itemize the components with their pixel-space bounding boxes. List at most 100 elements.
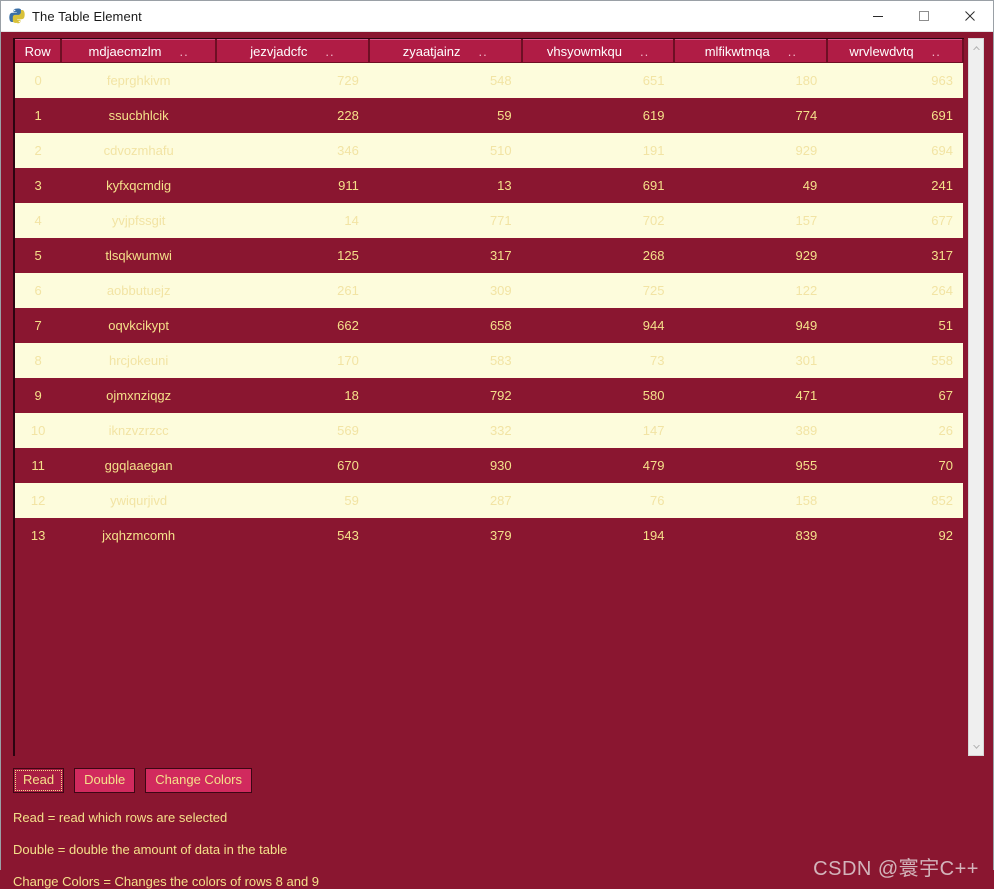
cell-value-5[interactable]: 70 bbox=[827, 448, 963, 483]
table-row[interactable]: 10 iknzvzrzcc 569 332 147 389 26 bbox=[15, 413, 963, 448]
cell-value-4[interactable]: 122 bbox=[674, 273, 828, 308]
table-row[interactable]: 6 aobbutuejz 261 309 725 122 264 bbox=[15, 273, 963, 308]
cell-name[interactable]: ywiqurjivd bbox=[61, 483, 217, 518]
table-row[interactable]: 13 jxqhzmcomh 543 379 194 839 92 bbox=[15, 518, 963, 553]
cell-name[interactable]: feprghkivm bbox=[61, 62, 217, 98]
maximize-icon[interactable] bbox=[901, 1, 947, 31]
table-row[interactable]: 0 feprghkivm 729 548 651 180 963 bbox=[15, 62, 963, 98]
cell-row-index[interactable]: 10 bbox=[15, 413, 62, 448]
column-header-2[interactable]: jezvjadcfc.. bbox=[216, 39, 370, 63]
cell-value-1[interactable]: 729 bbox=[216, 62, 369, 98]
cell-value-3[interactable]: 479 bbox=[521, 448, 675, 483]
table-row[interactable]: 1 ssucbhlcik 228 59 619 774 691 bbox=[15, 98, 963, 133]
cell-value-5[interactable]: 264 bbox=[827, 273, 963, 308]
cell-value-2[interactable]: 548 bbox=[368, 62, 522, 98]
cell-value-2[interactable]: 332 bbox=[368, 413, 522, 448]
cell-value-2[interactable]: 792 bbox=[368, 378, 522, 413]
cell-value-3[interactable]: 191 bbox=[521, 133, 675, 168]
cell-value-2[interactable]: 379 bbox=[368, 518, 522, 553]
cell-value-2[interactable]: 930 bbox=[368, 448, 522, 483]
cell-value-2[interactable]: 309 bbox=[368, 273, 522, 308]
table-row[interactable]: 11 ggqlaaegan 670 930 479 955 70 bbox=[15, 448, 963, 483]
column-header-3[interactable]: zyaatjainz.. bbox=[368, 39, 523, 63]
column-resize-dots-icon[interactable]: .. bbox=[325, 45, 334, 58]
cell-row-index[interactable]: 6 bbox=[15, 273, 62, 308]
cell-value-3[interactable]: 194 bbox=[521, 518, 675, 553]
cell-value-1[interactable]: 170 bbox=[216, 343, 369, 378]
cell-row-index[interactable]: 7 bbox=[15, 308, 62, 343]
cell-value-3[interactable]: 76 bbox=[521, 483, 675, 518]
cell-value-3[interactable]: 73 bbox=[521, 343, 675, 378]
cell-value-4[interactable]: 839 bbox=[674, 518, 828, 553]
cell-value-3[interactable]: 619 bbox=[521, 98, 675, 133]
cell-row-index[interactable]: 13 bbox=[15, 518, 62, 553]
cell-name[interactable]: jxqhzmcomh bbox=[61, 518, 217, 553]
cell-value-2[interactable]: 13 bbox=[368, 168, 522, 203]
cell-value-1[interactable]: 911 bbox=[216, 168, 369, 203]
cell-name[interactable]: kyfxqcmdig bbox=[61, 168, 217, 203]
cell-value-4[interactable]: 158 bbox=[674, 483, 828, 518]
cell-value-5[interactable]: 558 bbox=[827, 343, 963, 378]
cell-name[interactable]: iknzvzrzcc bbox=[61, 413, 217, 448]
column-resize-dots-icon[interactable]: .. bbox=[180, 45, 189, 58]
cell-value-4[interactable]: 949 bbox=[674, 308, 828, 343]
cell-value-3[interactable]: 651 bbox=[521, 62, 675, 98]
cell-value-1[interactable]: 228 bbox=[216, 98, 369, 133]
cell-value-4[interactable]: 49 bbox=[674, 168, 828, 203]
cell-name[interactable]: cdvozmhafu bbox=[61, 133, 217, 168]
cell-value-3[interactable]: 580 bbox=[521, 378, 675, 413]
cell-name[interactable]: yvjpfssgit bbox=[61, 203, 217, 238]
cell-name[interactable]: tlsqkwumwi bbox=[61, 238, 217, 273]
column-header-5[interactable]: mlfikwtmqa.. bbox=[674, 39, 829, 63]
cell-value-4[interactable]: 929 bbox=[674, 133, 828, 168]
cell-name[interactable]: ssucbhlcik bbox=[61, 98, 217, 133]
cell-value-2[interactable]: 771 bbox=[368, 203, 522, 238]
column-header-row[interactable]: Row bbox=[15, 39, 63, 63]
table-row[interactable]: 3 kyfxqcmdig 911 13 691 49 241 bbox=[15, 168, 963, 203]
cell-value-1[interactable]: 59 bbox=[216, 483, 369, 518]
cell-value-5[interactable]: 691 bbox=[827, 98, 963, 133]
cell-value-5[interactable]: 317 bbox=[827, 238, 963, 273]
cell-value-2[interactable]: 583 bbox=[368, 343, 522, 378]
chevron-down-icon[interactable] bbox=[969, 739, 983, 753]
cell-value-2[interactable]: 287 bbox=[368, 483, 522, 518]
table-row[interactable]: 8 hrcjokeuni 170 583 73 301 558 bbox=[15, 343, 963, 378]
cell-row-index[interactable]: 5 bbox=[15, 238, 62, 273]
cell-value-1[interactable]: 543 bbox=[216, 518, 369, 553]
cell-row-index[interactable]: 0 bbox=[15, 62, 62, 98]
cell-value-1[interactable]: 346 bbox=[216, 133, 369, 168]
cell-value-5[interactable]: 963 bbox=[827, 62, 963, 98]
cell-name[interactable]: ggqlaaegan bbox=[61, 448, 217, 483]
cell-value-1[interactable]: 670 bbox=[216, 448, 369, 483]
cell-value-1[interactable]: 569 bbox=[216, 413, 369, 448]
close-icon[interactable] bbox=[947, 1, 993, 31]
cell-value-5[interactable]: 51 bbox=[827, 308, 963, 343]
cell-value-1[interactable]: 261 bbox=[216, 273, 369, 308]
table-row[interactable]: 12 ywiqurjivd 59 287 76 158 852 bbox=[15, 483, 963, 518]
double-button[interactable]: Double bbox=[74, 768, 136, 793]
cell-name[interactable]: aobbutuejz bbox=[61, 273, 217, 308]
cell-value-3[interactable]: 268 bbox=[521, 238, 675, 273]
cell-value-3[interactable]: 944 bbox=[521, 308, 675, 343]
column-resize-dots-icon[interactable]: .. bbox=[640, 45, 649, 58]
cell-value-2[interactable]: 510 bbox=[368, 133, 522, 168]
cell-row-index[interactable]: 2 bbox=[15, 133, 62, 168]
table-row[interactable]: 7 oqvkcikypt 662 658 944 949 51 bbox=[15, 308, 963, 343]
column-header-6[interactable]: wrvlewdvtq.. bbox=[827, 39, 964, 63]
column-resize-dots-icon[interactable]: .. bbox=[788, 45, 797, 58]
cell-row-index[interactable]: 11 bbox=[15, 448, 62, 483]
cell-value-1[interactable]: 662 bbox=[216, 308, 369, 343]
cell-value-4[interactable]: 180 bbox=[674, 62, 828, 98]
cell-name[interactable]: oqvkcikypt bbox=[61, 308, 217, 343]
cell-value-4[interactable]: 301 bbox=[674, 343, 828, 378]
cell-value-5[interactable]: 26 bbox=[827, 413, 963, 448]
cell-value-1[interactable]: 14 bbox=[216, 203, 369, 238]
vertical-scrollbar[interactable] bbox=[968, 38, 984, 756]
cell-value-5[interactable]: 677 bbox=[827, 203, 963, 238]
cell-value-4[interactable]: 471 bbox=[674, 378, 828, 413]
cell-row-index[interactable]: 9 bbox=[15, 378, 62, 413]
cell-value-5[interactable]: 852 bbox=[827, 483, 963, 518]
chevron-up-icon[interactable] bbox=[969, 41, 983, 55]
change-colors-button[interactable]: Change Colors bbox=[145, 768, 252, 793]
cell-value-5[interactable]: 92 bbox=[827, 518, 963, 553]
